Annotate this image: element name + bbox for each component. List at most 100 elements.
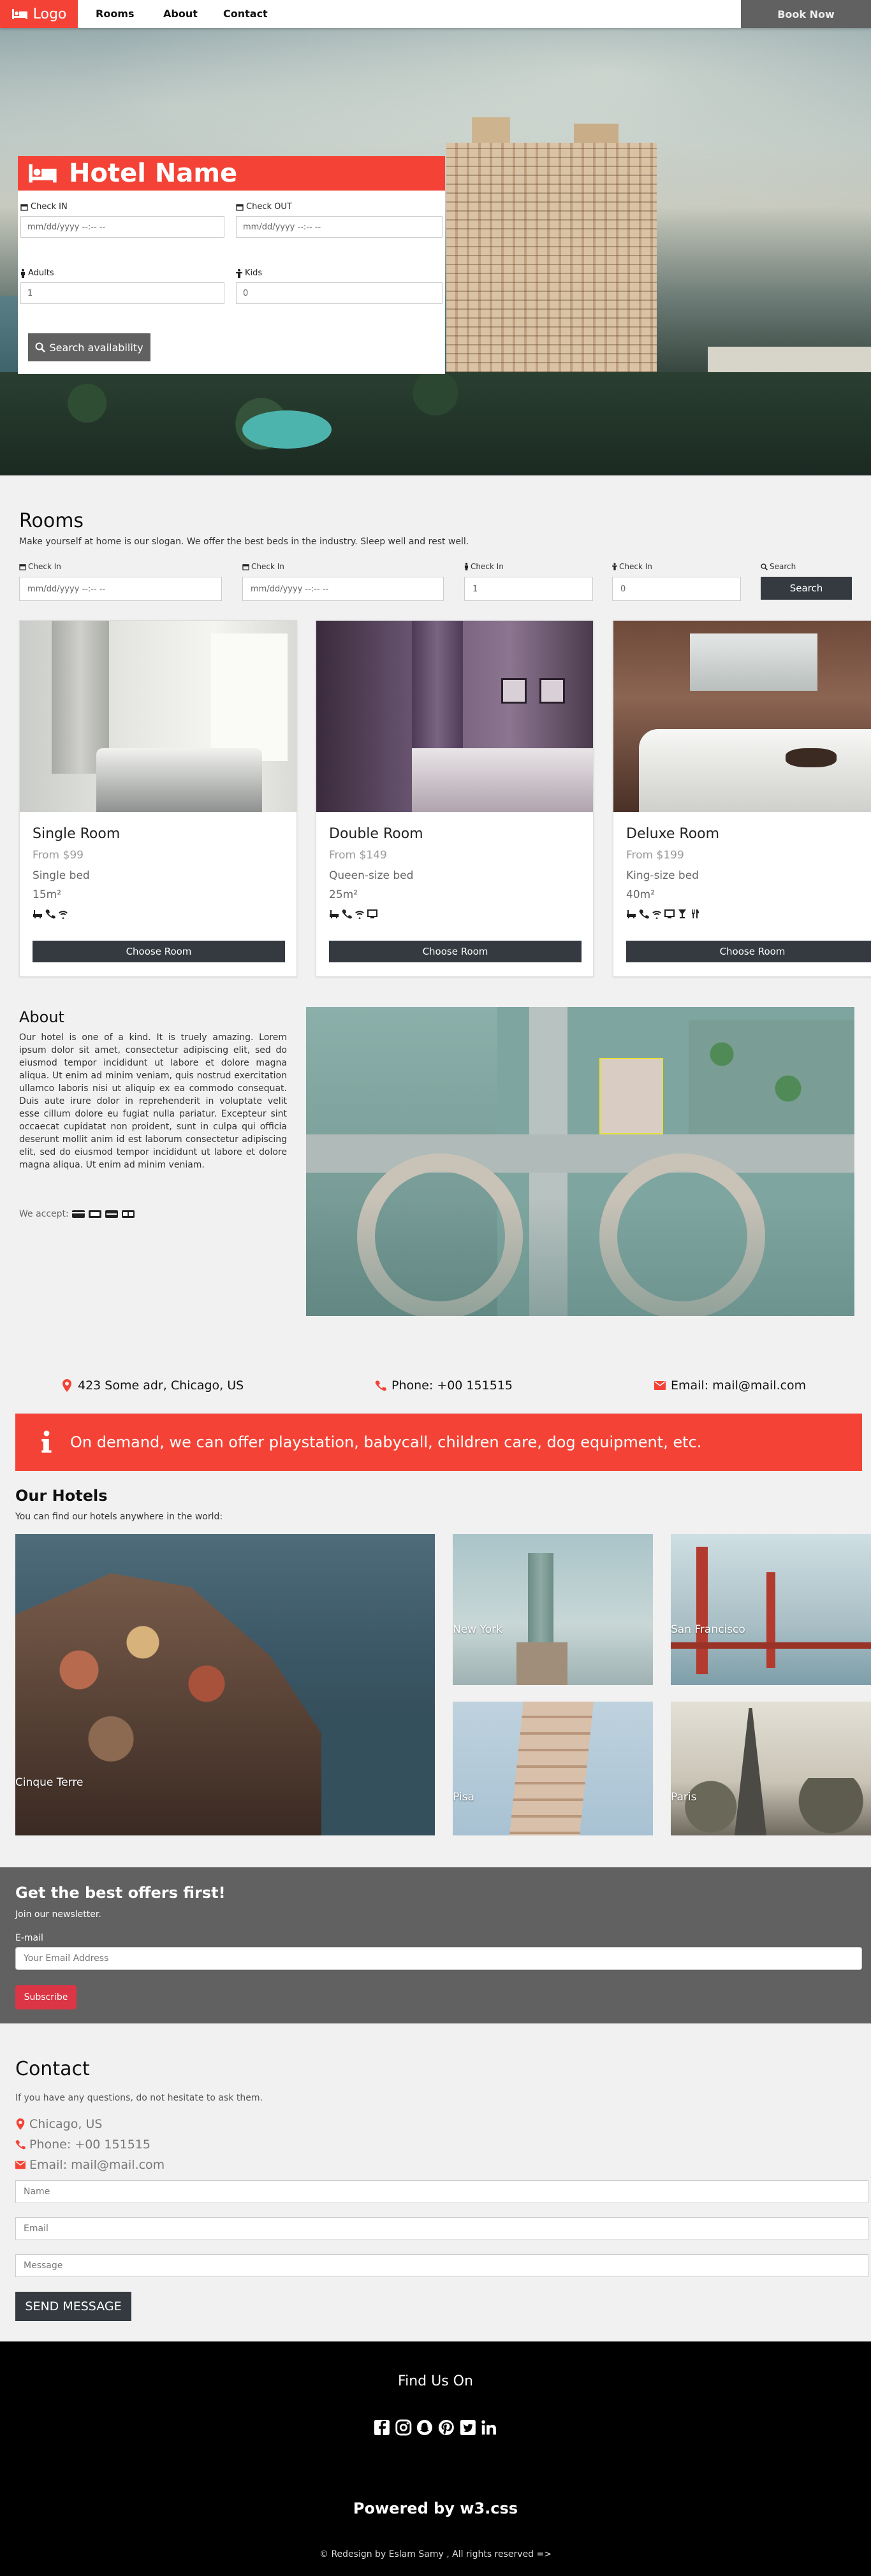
room-photo: [316, 621, 593, 812]
choose-room-button[interactable]: Choose Room: [329, 941, 582, 962]
hotel-label: Pisa: [453, 1791, 474, 1804]
room-title: Single Room: [33, 826, 121, 842]
male-icon: [464, 563, 469, 570]
booking-form: Hotel Name Check IN mm/dd/yyyy --:-- -- …: [18, 156, 445, 374]
search-icon: [35, 342, 46, 352]
calendar-icon: [242, 563, 249, 570]
hotel-tile-pisa[interactable]: Pisa: [453, 1702, 653, 1835]
calendar-icon: [19, 563, 26, 570]
room-amenities: [626, 909, 700, 919]
twitter-icon[interactable]: [459, 2418, 477, 2437]
child-icon: [236, 268, 242, 278]
payment-methods: We accept:: [19, 1209, 135, 1219]
adults-input[interactable]: 1: [20, 282, 224, 304]
cc-amex-icon: [105, 1210, 118, 1218]
search-availability-button[interactable]: Search availability: [28, 333, 150, 361]
hotel-tile-cinque-terre[interactable]: Cinque Terre: [15, 1534, 435, 1835]
choose-room-button[interactable]: Choose Room: [33, 941, 285, 962]
search-kids-input[interactable]: 0: [612, 577, 741, 601]
wifi-icon: [355, 911, 364, 919]
search-label: Search: [761, 562, 796, 571]
hotels-subtitle: You can find our hotels anywhere in the …: [15, 1512, 223, 1522]
room-title: Double Room: [329, 826, 423, 842]
newsletter-email-input[interactable]: Your Email Address: [15, 1947, 862, 1970]
room-card-deluxe: Deluxe Room From $199 King-size bed 40m²…: [613, 620, 871, 977]
room-bed: Queen-size bed: [329, 869, 414, 882]
envelope-icon: [654, 1381, 666, 1390]
info-icon: [41, 1430, 52, 1453]
find-us-label: Find Us On: [398, 2373, 473, 2389]
search-icon: [761, 563, 768, 570]
phone-info: Phone: +00 151515: [375, 1378, 513, 1393]
booking-header: Hotel Name: [18, 156, 445, 191]
facebook-icon[interactable]: [373, 2418, 391, 2437]
contact-email: Email: mail@mail.com: [15, 2158, 165, 2172]
kids-input[interactable]: 0: [236, 282, 443, 304]
logo-link[interactable]: Logo: [0, 0, 78, 28]
search-check-in-input[interactable]: mm/dd/yyyy --:-- --: [19, 577, 222, 601]
contact-phone: Phone: +00 151515: [15, 2138, 150, 2152]
phone-icon: [639, 909, 649, 919]
calendar-icon: [236, 203, 244, 211]
search-check-in-label: Check In: [19, 562, 61, 571]
search-check-out-input[interactable]: mm/dd/yyyy --:-- --: [242, 577, 444, 601]
social-links: [373, 2418, 498, 2437]
send-message-button[interactable]: SEND MESSAGE: [15, 2292, 131, 2321]
pinterest-icon[interactable]: [437, 2418, 455, 2437]
calendar-icon: [20, 203, 28, 211]
choose-room-button[interactable]: Choose Room: [626, 941, 871, 962]
subscribe-button[interactable]: Subscribe: [15, 1985, 77, 2009]
phone-icon: [342, 909, 352, 919]
room-size: 15m²: [33, 888, 62, 901]
tv-icon: [664, 909, 675, 918]
child-icon: [612, 563, 617, 570]
room-photo: [20, 621, 296, 812]
search-adults-input[interactable]: 1: [464, 577, 593, 601]
newsletter-subtitle: Join our newsletter.: [15, 1909, 101, 1920]
wifi-icon: [652, 911, 661, 919]
hotel-tile-paris[interactable]: Paris: [671, 1702, 871, 1835]
we-accept-label: We accept:: [19, 1209, 69, 1219]
demand-banner: On demand, we can offer playstation, bab…: [15, 1414, 862, 1471]
contact-city: Chicago, US: [15, 2117, 102, 2131]
copyright: © Redesign by Eslam Samy , All rights re…: [319, 2549, 552, 2559]
check-in-input[interactable]: mm/dd/yyyy --:-- --: [20, 216, 224, 238]
hotel-tile-new-york[interactable]: New York: [453, 1534, 653, 1685]
rooms-title: Rooms: [19, 510, 84, 532]
address-info: 423 Some adr, Chicago, US: [61, 1378, 244, 1393]
nav-link-about[interactable]: About: [163, 8, 198, 20]
newsletter-section: Get the best offers first! Join our news…: [0, 1867, 871, 2023]
email-field[interactable]: Email: [15, 2217, 868, 2240]
nav-link-rooms[interactable]: Rooms: [96, 8, 135, 20]
message-field[interactable]: Message: [15, 2254, 868, 2277]
search-button[interactable]: Search: [761, 577, 852, 600]
phone-icon: [15, 2140, 26, 2150]
instagram-icon[interactable]: [395, 2418, 413, 2437]
linkedin-icon[interactable]: [480, 2418, 498, 2437]
room-title: Deluxe Room: [626, 826, 720, 842]
room-price: From $149: [329, 849, 387, 862]
cc-visa-icon: [121, 1210, 135, 1218]
contact-title: Contact: [15, 2058, 90, 2080]
snapchat-icon[interactable]: [416, 2418, 434, 2437]
phone-icon: [375, 1380, 386, 1391]
demand-text: On demand, we can offer playstation, bab…: [70, 1433, 702, 1451]
email-info: Email: mail@mail.com: [654, 1378, 806, 1393]
name-field[interactable]: Name: [15, 2180, 868, 2203]
room-card-single: Single Room From $99 Single bed 15m² Cho…: [19, 620, 297, 977]
logo-text: Logo: [33, 6, 67, 22]
bath-icon: [627, 910, 636, 918]
bed-icon: [29, 164, 57, 183]
bed-icon: [11, 9, 27, 19]
nav-link-contact[interactable]: Contact: [223, 8, 268, 20]
hotel-tile-san-francisco[interactable]: San Francisco: [671, 1534, 871, 1685]
check-out-input[interactable]: mm/dd/yyyy --:-- --: [236, 216, 443, 238]
hotel-label: New York: [453, 1623, 502, 1636]
map-marker-icon: [16, 2118, 25, 2130]
room-photo: [613, 621, 871, 812]
search-kids-label: Check In: [612, 562, 652, 571]
about-title: About: [19, 1008, 64, 1026]
book-now-button[interactable]: Book Now: [741, 0, 871, 28]
about-text: Our hotel is one of a kind. It is truely…: [19, 1032, 287, 1170]
rooms-slogan: Make yourself at home is our slogan. We …: [19, 537, 469, 547]
